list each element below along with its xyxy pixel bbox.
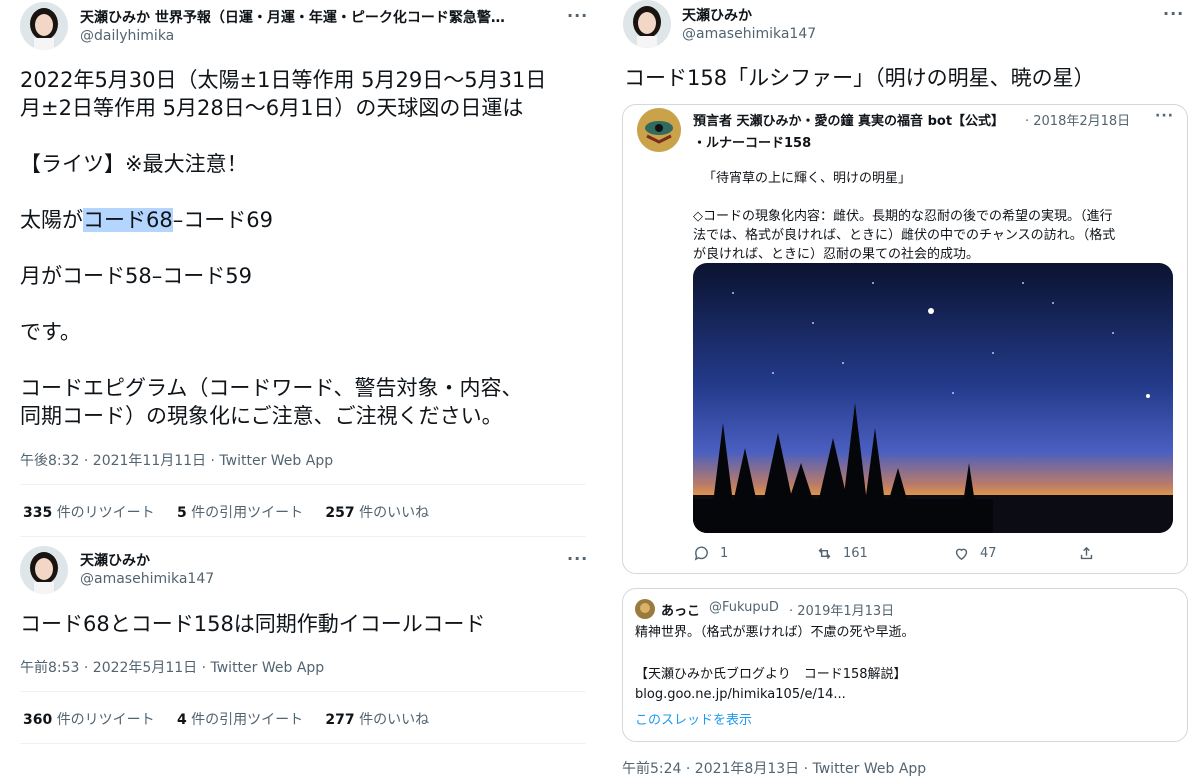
- like-count[interactable]: 277 件のいいね: [325, 712, 429, 728]
- avatar[interactable]: [623, 0, 671, 48]
- tweet-author-handle[interactable]: @amasehimika147: [682, 26, 816, 42]
- tweet-text-line: 同期コード）の現象化にご注意、ご注視ください。: [20, 404, 503, 428]
- tweet-author-handle[interactable]: @dailyhimika: [80, 28, 174, 44]
- tweet-text: コード158「ルシファー」（明けの明星、暁の星）: [624, 66, 1095, 90]
- more-options-icon[interactable]: ···: [1163, 4, 1184, 23]
- quote-count[interactable]: 4 件の引用ツイート: [177, 712, 303, 728]
- reply-text: 精神世界。（格式が悪ければ）不慮の死や早逝。: [635, 625, 915, 640]
- tweet-text-line: 2022年5月30日（太陽±1日等作用 5月29日〜5月31日: [20, 68, 547, 92]
- quoted-author-name-cont: ・ルナーコード158: [693, 136, 812, 151]
- divider: [20, 536, 586, 537]
- retweet-icon: [818, 548, 831, 559]
- tweet-text-line: です。: [20, 320, 81, 344]
- reply-icon: [694, 546, 708, 561]
- quoted-tweet-card[interactable]: 預言者 天瀬ひみか・愛の鐘 真実の福音 bot【公式】 · 2018年2月18日…: [622, 104, 1188, 574]
- like-button[interactable]: 47: [953, 545, 997, 562]
- avatar[interactable]: [20, 546, 68, 594]
- tweet-author-name[interactable]: 天瀬ひみか 世界予報（日運・月運・年運・ピーク化コード緊急警…: [80, 7, 540, 27]
- bot-avatar[interactable]: [637, 108, 681, 152]
- tweet-author-name[interactable]: 天瀬ひみか: [682, 5, 982, 25]
- tweet-text-line: 【ライツ】※最大注意！: [20, 152, 248, 176]
- retweet-button[interactable]: 161: [816, 545, 868, 562]
- divider: [20, 743, 586, 744]
- share-icon: [1080, 546, 1093, 560]
- reply-card[interactable]: あっこ @FukupuD · 2019年1月13日 精神世界。（格式が悪ければ）…: [622, 588, 1188, 742]
- night-sky-photo[interactable]: [693, 263, 1173, 533]
- night-sky-image: [693, 263, 1173, 533]
- retweet-count[interactable]: 335 件のリツイート: [23, 505, 155, 521]
- quoted-text: が良ければ、ときに）忍耐の果ての社会的成功。: [693, 247, 980, 262]
- retweet-count[interactable]: 360 件のリツイート: [23, 712, 155, 728]
- quoted-text: 「待宵草の上に輝く、明けの明星」: [703, 171, 912, 186]
- tweet-text-line: コードエピグラム（コードワード、警告対象・内容、: [20, 376, 523, 400]
- quoted-date[interactable]: · 2018年2月18日: [1025, 110, 1130, 129]
- avatar-portrait-icon: [635, 599, 655, 619]
- avatar-portrait-icon: [20, 546, 68, 594]
- reply-text: 【天瀬ひみか氏ブログより コード158解説】: [635, 667, 907, 682]
- tweet-text-line: 月がコード58–コード59: [20, 264, 252, 288]
- avatar-portrait-icon: [623, 0, 671, 48]
- tweet-text-line: 太陽がコード68–コード69: [20, 208, 273, 232]
- reply-author-handle[interactable]: @FukupuD: [709, 600, 779, 615]
- tweet-author-name[interactable]: 天瀬ひみか: [80, 550, 380, 570]
- tweet-text-line: 月±2日等作用 5月28日〜6月1日）の天球図の日運は: [20, 96, 524, 120]
- tweet-timestamp[interactable]: 午前8:53 · 2022年5月11日 · Twitter Web App: [20, 657, 324, 677]
- more-options-icon[interactable]: ···: [567, 6, 588, 25]
- more-options-icon[interactable]: ···: [567, 549, 588, 568]
- tweet-timestamp[interactable]: 午後8:32 · 2021年11月11日 · Twitter Web App: [20, 450, 333, 470]
- eye-of-horus-icon: [637, 108, 681, 152]
- tweet-author-handle[interactable]: @amasehimika147: [80, 571, 214, 587]
- tweet-stats: 360 件のリツイート 4 件の引用ツイート 277 件のいいね: [23, 709, 429, 729]
- more-options-icon[interactable]: ···: [1155, 108, 1174, 124]
- quoted-author-name[interactable]: 預言者 天瀬ひみか・愛の鐘 真実の福音 bot【公式】: [693, 110, 1023, 129]
- avatar[interactable]: [20, 2, 68, 50]
- divider: [20, 691, 586, 692]
- tweet-timestamp[interactable]: 午前5:24 · 2021年8月13日 · Twitter Web App: [622, 758, 926, 778]
- tweet-text: コード68とコード158は同期作動イコールコード: [20, 612, 486, 636]
- heart-icon: [955, 548, 968, 561]
- share-button[interactable]: [1078, 545, 1095, 562]
- reply-date[interactable]: · 2019年1月13日: [789, 600, 894, 619]
- divider: [20, 484, 586, 485]
- reply-author-name[interactable]: あっこ: [661, 600, 700, 619]
- quoted-text: 法では、格式が良ければ、ときに）雌伏の中でのチャンスの訪れ。（格式: [693, 228, 1116, 243]
- avatar-portrait-icon: [20, 2, 68, 50]
- reply-button[interactable]: 1: [693, 545, 728, 562]
- left-screenshot: 天瀬ひみか 世界予報（日運・月運・年運・ピーク化コード緊急警… @dailyhi…: [0, 0, 600, 776]
- reply-avatar[interactable]: [635, 599, 655, 619]
- show-thread-link[interactable]: このスレッドを表示: [635, 709, 752, 728]
- right-screenshot: 天瀬ひみか @amasehimika147 ··· コード158「ルシファー」（…: [606, 0, 1194, 778]
- quote-count[interactable]: 5 件の引用ツイート: [177, 505, 303, 521]
- like-count[interactable]: 257 件のいいね: [325, 505, 429, 521]
- tweet-stats: 335 件のリツイート 5 件の引用ツイート 257 件のいいね: [23, 502, 429, 522]
- quoted-text: ◇コードの現象化内容：雌伏。長期的な忍耐の後での希望の実現。（進行: [693, 209, 1113, 224]
- selected-text: コード68: [83, 208, 173, 232]
- reply-link-text[interactable]: blog.goo.ne.jp/himika105/e/14...: [635, 685, 846, 704]
